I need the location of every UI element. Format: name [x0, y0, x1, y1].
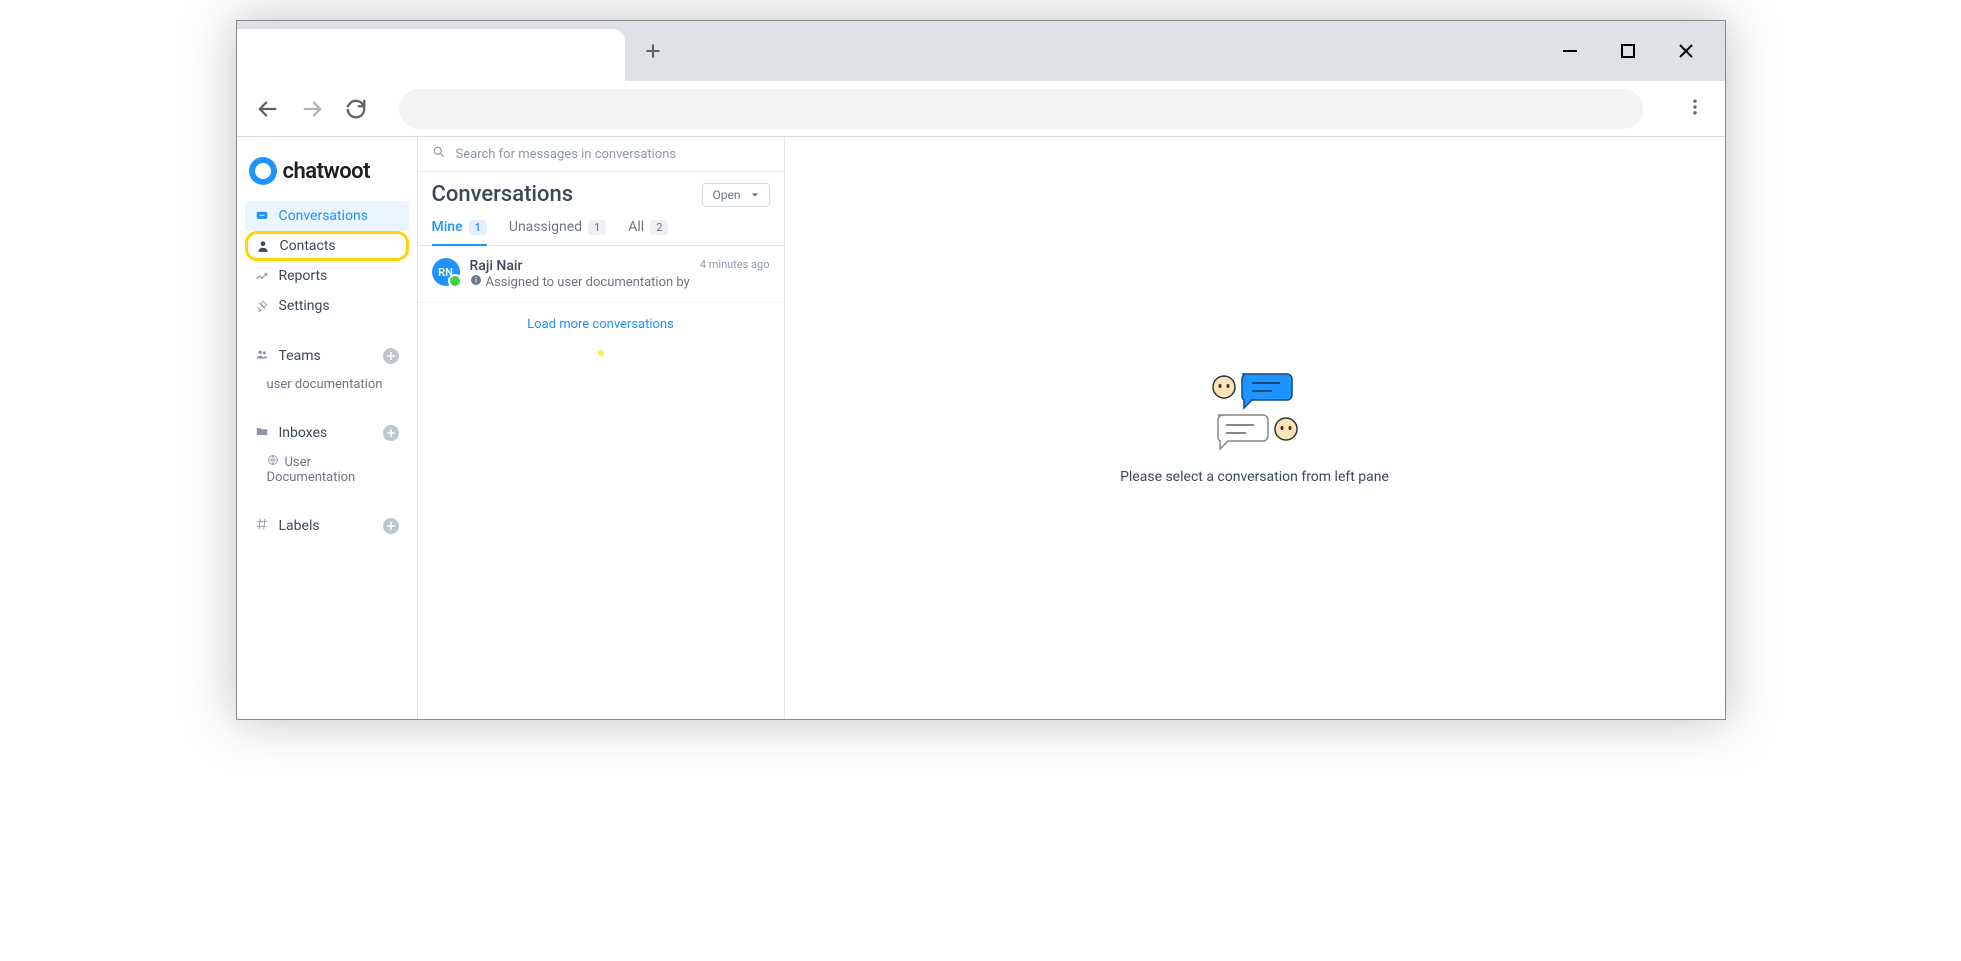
- status-filter[interactable]: Open: [702, 183, 770, 207]
- globe-icon: [267, 454, 279, 466]
- logo-icon: [249, 157, 277, 185]
- avatar: RN: [432, 258, 460, 286]
- maximize-button[interactable]: [1619, 42, 1637, 60]
- people-icon: [255, 347, 269, 365]
- search-icon: [432, 145, 446, 163]
- info-icon: [470, 274, 482, 290]
- search-placeholder: Search for messages in conversations: [456, 147, 677, 162]
- sidebar-item-settings[interactable]: Settings: [245, 291, 409, 321]
- conversation-header: Conversations Open: [418, 172, 784, 211]
- person-icon: [256, 239, 270, 253]
- browser-window: chatwoot Conversations Contacts Reports …: [236, 20, 1726, 720]
- tab-mine[interactable]: Mine1: [432, 219, 487, 245]
- sidebar-item-conversations[interactable]: Conversations: [245, 201, 409, 231]
- browser-tab-active[interactable]: [237, 29, 625, 81]
- conversation-detail-panel: Please select a conversation from left p…: [785, 137, 1725, 719]
- app-content: chatwoot Conversations Contacts Reports …: [237, 137, 1725, 719]
- inbox-item[interactable]: User Documentation: [245, 448, 409, 491]
- logo-text: chatwoot: [283, 159, 371, 184]
- tools-icon: [255, 299, 269, 313]
- app-logo[interactable]: chatwoot: [245, 145, 409, 201]
- conversation-list-panel: Search for messages in conversations Con…: [418, 137, 785, 719]
- tab-all[interactable]: All2: [628, 219, 668, 245]
- chart-icon: [255, 269, 269, 283]
- empty-state-illustration: [1210, 371, 1300, 451]
- window-controls: [1561, 21, 1725, 81]
- sidebar-item-contacts[interactable]: Contacts: [245, 231, 409, 261]
- url-bar[interactable]: [399, 89, 1643, 129]
- conversation-time: 4 minutes ago: [700, 258, 770, 290]
- search-bar[interactable]: Search for messages in conversations: [418, 137, 784, 172]
- sidebar-section-labels[interactable]: Labels: [245, 511, 409, 541]
- reload-button[interactable]: [345, 98, 367, 120]
- panel-title: Conversations: [432, 182, 574, 207]
- indicator-dot: [598, 350, 604, 356]
- browser-menu-button[interactable]: [1685, 97, 1705, 121]
- load-more-button[interactable]: Load more conversations: [418, 303, 784, 346]
- forward-button[interactable]: [301, 98, 323, 120]
- new-tab-button[interactable]: [625, 21, 681, 81]
- add-team-button[interactable]: [383, 348, 399, 364]
- section-label: Teams: [279, 348, 321, 364]
- browser-tabstrip: [237, 21, 1725, 81]
- close-window-button[interactable]: [1677, 42, 1695, 60]
- add-label-button[interactable]: [383, 518, 399, 534]
- browser-toolbar: [237, 81, 1725, 137]
- sidebar-item-label: Conversations: [279, 208, 368, 224]
- sidebar-item-label: Contacts: [280, 238, 336, 254]
- conversation-snippet: Assigned to user documentation by ...: [470, 274, 690, 290]
- sidebar: chatwoot Conversations Contacts Reports …: [237, 137, 418, 719]
- section-label: Inboxes: [279, 425, 328, 441]
- hash-icon: [255, 517, 269, 535]
- sidebar-section-teams[interactable]: Teams: [245, 341, 409, 371]
- back-button[interactable]: [257, 98, 279, 120]
- sidebar-item-label: Reports: [279, 268, 328, 284]
- section-label: Labels: [279, 518, 320, 534]
- sidebar-item-reports[interactable]: Reports: [245, 261, 409, 291]
- chat-icon: [255, 209, 269, 223]
- add-inbox-button[interactable]: [383, 425, 399, 441]
- folder-icon: [255, 424, 269, 442]
- minimize-button[interactable]: [1561, 42, 1579, 60]
- sidebar-section-inboxes[interactable]: Inboxes: [245, 418, 409, 448]
- team-item[interactable]: user documentation: [245, 371, 409, 398]
- sidebar-item-label: Settings: [279, 298, 330, 314]
- empty-state-text: Please select a conversation from left p…: [1120, 469, 1389, 485]
- conversation-tabs: Mine1 Unassigned1 All2: [418, 211, 784, 246]
- chevron-down-icon: [751, 188, 759, 202]
- conversation-item[interactable]: RN Raji Nair Assigned to user documentat…: [418, 246, 784, 303]
- tab-unassigned[interactable]: Unassigned1: [509, 219, 606, 245]
- conversation-name: Raji Nair: [470, 258, 690, 274]
